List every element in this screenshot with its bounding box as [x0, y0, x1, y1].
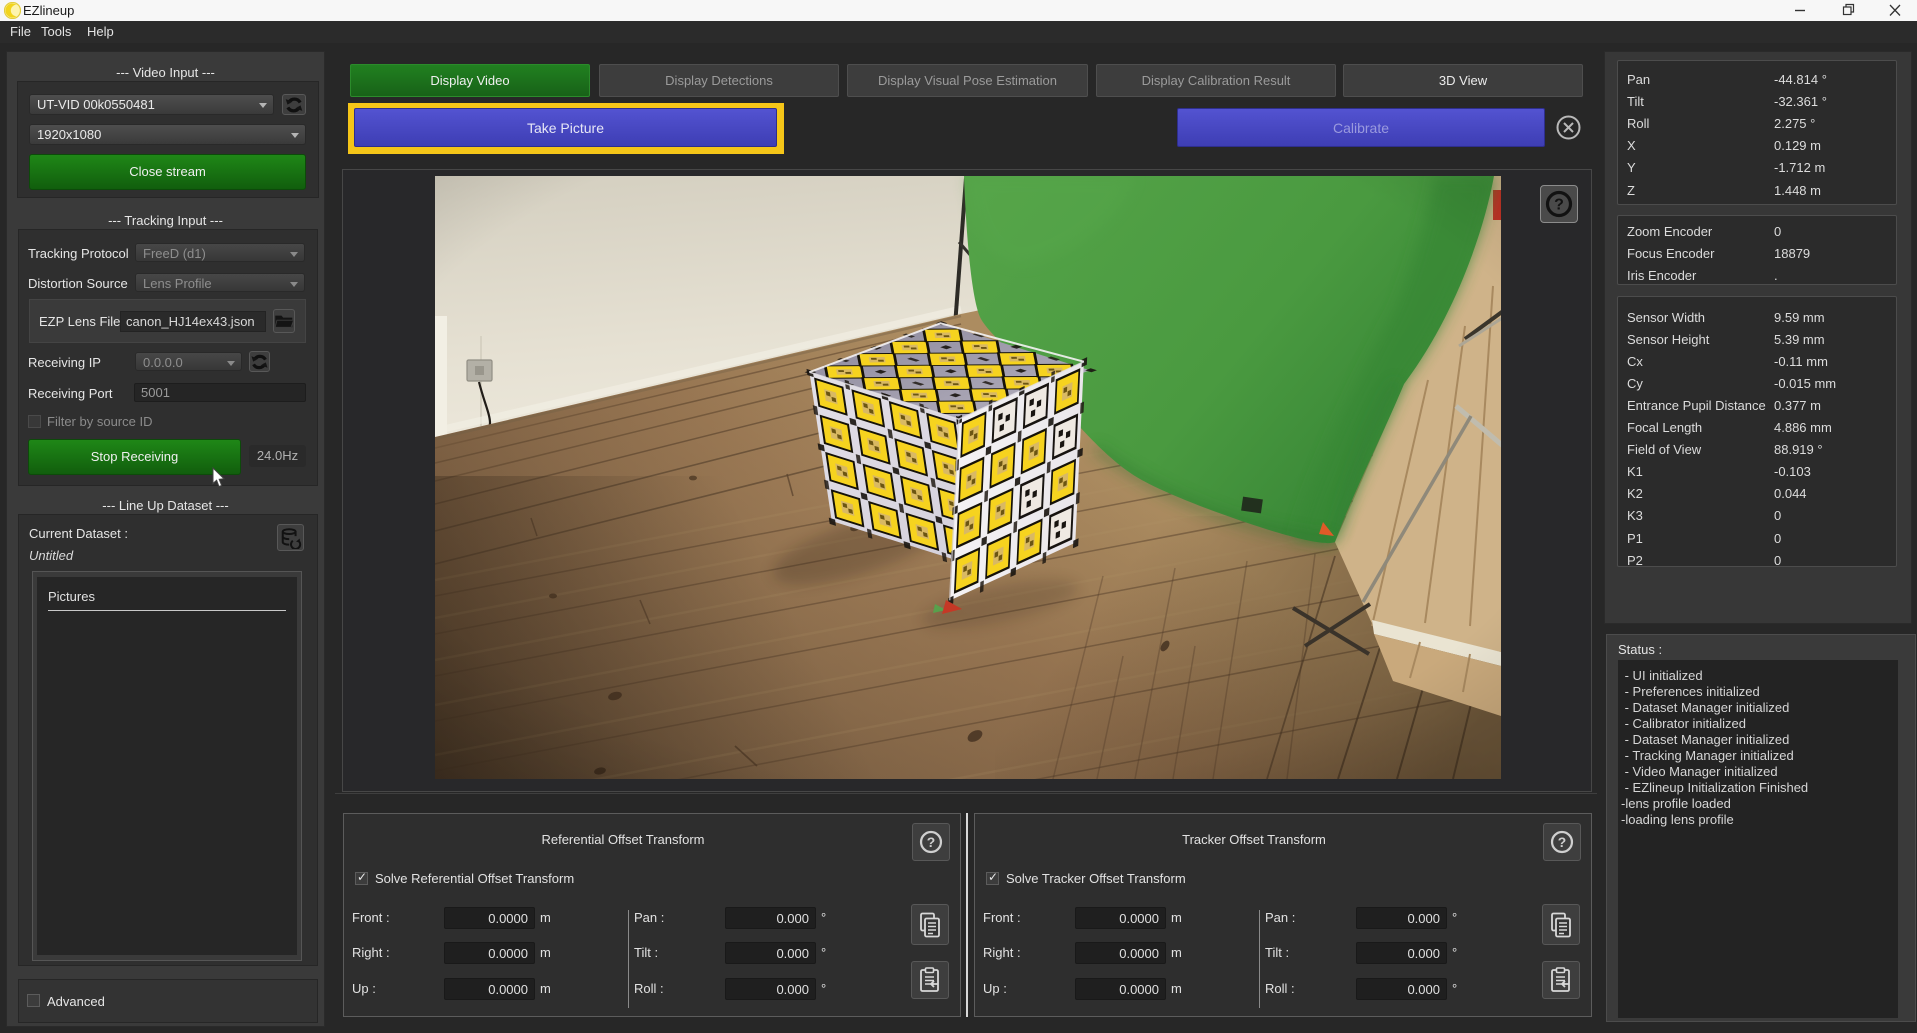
svg-text:?: ? — [1558, 834, 1566, 850]
svg-text:?: ? — [927, 834, 935, 850]
svg-text:?: ? — [1554, 197, 1564, 214]
